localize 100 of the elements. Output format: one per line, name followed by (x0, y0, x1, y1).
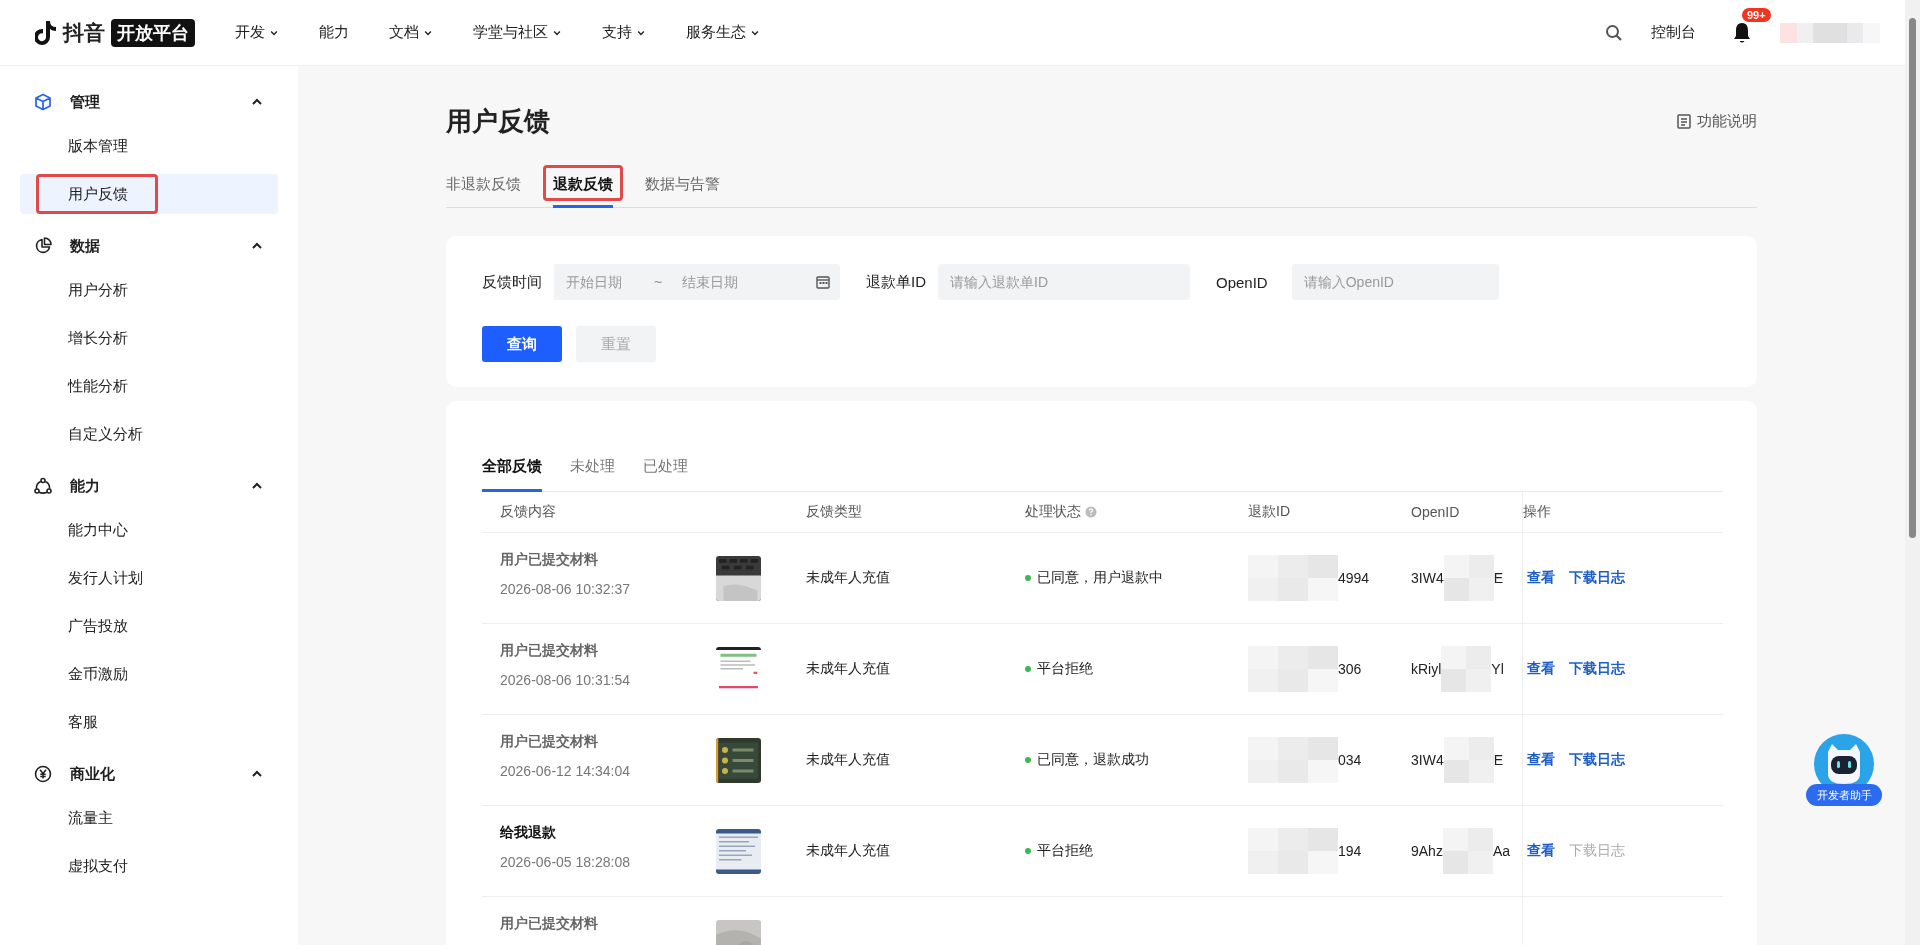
scrollbar[interactable] (1905, 0, 1920, 945)
brand-badge: 开放平台 (111, 18, 195, 47)
table-cell-text: 未成年人充值 (806, 842, 891, 860)
action-link[interactable]: 查看 (1527, 842, 1555, 860)
sidebar-item[interactable]: 用户分析 (20, 270, 278, 310)
status-dot (1025, 666, 1031, 672)
field-label: OpenID (1216, 273, 1268, 291)
calendar-icon (816, 275, 830, 289)
range-separator: ~ (654, 274, 663, 290)
tab[interactable]: 未处理 (570, 445, 615, 492)
action-link[interactable]: 下载日志 (1569, 751, 1625, 769)
sidebar-group[interactable]: 管理 (0, 78, 298, 126)
table-cell: 034 (1338, 752, 1362, 768)
assistant-button[interactable]: 开发者助手 (1806, 784, 1882, 806)
input-field[interactable]: 请输入退款单ID (938, 264, 1190, 300)
table-cell: 3IW4 (1411, 752, 1444, 768)
table-cell: 194 (1338, 843, 1362, 859)
sidebar-item[interactable]: 发行人计划 (20, 558, 278, 598)
yen-icon (34, 765, 52, 783)
action-link[interactable]: 查看 (1527, 660, 1555, 678)
sidebar-group[interactable]: 商业化 (0, 750, 298, 798)
sidebar-item[interactable]: 性能分析 (20, 366, 278, 406)
document-icon (1677, 114, 1691, 129)
feedback-text: 给我退款 (500, 824, 557, 842)
feedback-text: 用户已提交材料 (500, 551, 599, 569)
sidebar-item[interactable]: 增长分析 (20, 318, 278, 358)
brand-name: 抖音 (63, 19, 105, 46)
feedback-time: 2026-06-12 14:34:04 (500, 763, 631, 779)
table-cell: 306 (1338, 661, 1362, 677)
sidebar-item[interactable]: 自定义分析 (20, 414, 278, 454)
column-header: OpenID (1411, 504, 1460, 520)
nav-item[interactable]: 能力 (319, 23, 349, 42)
status-dot (1025, 848, 1031, 854)
sidebar-item[interactable]: 版本管理 (20, 126, 278, 166)
tab[interactable]: 已处理 (643, 445, 688, 492)
redaction-mosaic (1442, 828, 1493, 874)
table-cell-text: 未成年人充值 (806, 660, 891, 678)
status-dot (1025, 757, 1031, 763)
action-link[interactable]: 查看 (1527, 569, 1555, 587)
feedback-time: 2026-08-06 10:31:54 (500, 672, 631, 688)
status-text: 平台拒绝 (1037, 842, 1093, 860)
nav-item[interactable]: 开发 (235, 23, 279, 42)
feedback-time: 2026-08-06 10:32:37 (500, 581, 631, 597)
pie-chart-icon (34, 237, 52, 255)
field-label: 反馈时间 (482, 272, 542, 292)
sidebar-item[interactable]: 客服 (20, 702, 278, 742)
nav-item[interactable]: 学堂与社区 (473, 23, 562, 42)
help-link[interactable]: 功能说明 (1677, 112, 1757, 131)
notification-badge: 99+ (1742, 7, 1771, 22)
feedback-time: 2026-06-05 18:28:08 (500, 854, 631, 870)
sidebar-item[interactable]: 金币激励 (20, 654, 278, 694)
console-link[interactable]: 控制台 (1645, 22, 1702, 43)
sidebar-group[interactable]: 能力 (0, 462, 298, 510)
redaction-mosaic (1441, 646, 1492, 692)
sidebar-item[interactable]: 虚拟支付 (20, 846, 278, 886)
redaction-mosaic (1443, 737, 1494, 783)
logo-icon (35, 19, 57, 46)
sidebar-item[interactable]: 流量主 (20, 798, 278, 838)
status-text: 已同意，退款成功 (1037, 751, 1149, 769)
page-title: 用户反馈 (446, 105, 551, 138)
table-cell: E (1493, 570, 1504, 586)
search-icon[interactable] (1605, 23, 1623, 42)
table-cell-text: 未成年人充值 (806, 569, 891, 587)
sidebar-item[interactable]: 广告投放 (20, 606, 278, 646)
table-cell: Aa (1492, 843, 1511, 859)
action-link[interactable]: 查看 (1527, 751, 1555, 769)
status-text: 已同意，用户退款中 (1037, 569, 1163, 587)
table-cell: 4994 (1338, 570, 1370, 586)
feedback-text: 用户已提交材料 (500, 733, 599, 751)
sidebar-item[interactable]: 用户反馈 (20, 174, 278, 214)
cube-icon (34, 93, 52, 111)
field-label: 退款单ID (866, 272, 926, 292)
tab[interactable]: 非退款反馈 (446, 167, 521, 208)
sidebar-item[interactable]: 能力中心 (20, 510, 278, 550)
nav-item[interactable]: 文档 (389, 23, 433, 42)
table-cell: 9Ahz (1411, 843, 1443, 859)
feedback-text: 用户已提交材料 (500, 915, 599, 933)
table-cell: 3IW4 (1411, 570, 1444, 586)
column-header: 反馈类型 (806, 503, 862, 521)
tab[interactable]: 退款反馈 (553, 167, 613, 208)
feedback-text: 用户已提交材料 (500, 642, 599, 660)
column-header: 反馈内容 (500, 503, 556, 521)
table-cell: kRiyl (1411, 661, 1442, 677)
tab[interactable]: 全部反馈 (482, 445, 542, 492)
nav-item[interactable]: 服务生态 (686, 23, 760, 42)
input-field[interactable]: 请输入OpenID (1291, 264, 1499, 300)
column-header: 处理状态 (1025, 503, 1081, 521)
table-cell: Yl (1491, 661, 1504, 677)
redaction-mosaic (1443, 555, 1494, 601)
action-link[interactable]: 下载日志 (1569, 660, 1625, 678)
nav-item[interactable]: 支持 (602, 23, 646, 42)
status-text: 平台拒绝 (1037, 660, 1093, 678)
tab[interactable]: 数据与告警 (645, 167, 720, 208)
column-header: 操作 (1523, 503, 1551, 521)
sidebar-group[interactable]: 数据 (0, 222, 298, 270)
nodes-icon (34, 477, 52, 495)
column-header: 退款ID (1248, 503, 1290, 521)
table-cell-text: 未成年人充值 (806, 751, 891, 769)
query-button[interactable]: 查询 (482, 326, 562, 362)
action-link[interactable]: 下载日志 (1569, 569, 1625, 587)
